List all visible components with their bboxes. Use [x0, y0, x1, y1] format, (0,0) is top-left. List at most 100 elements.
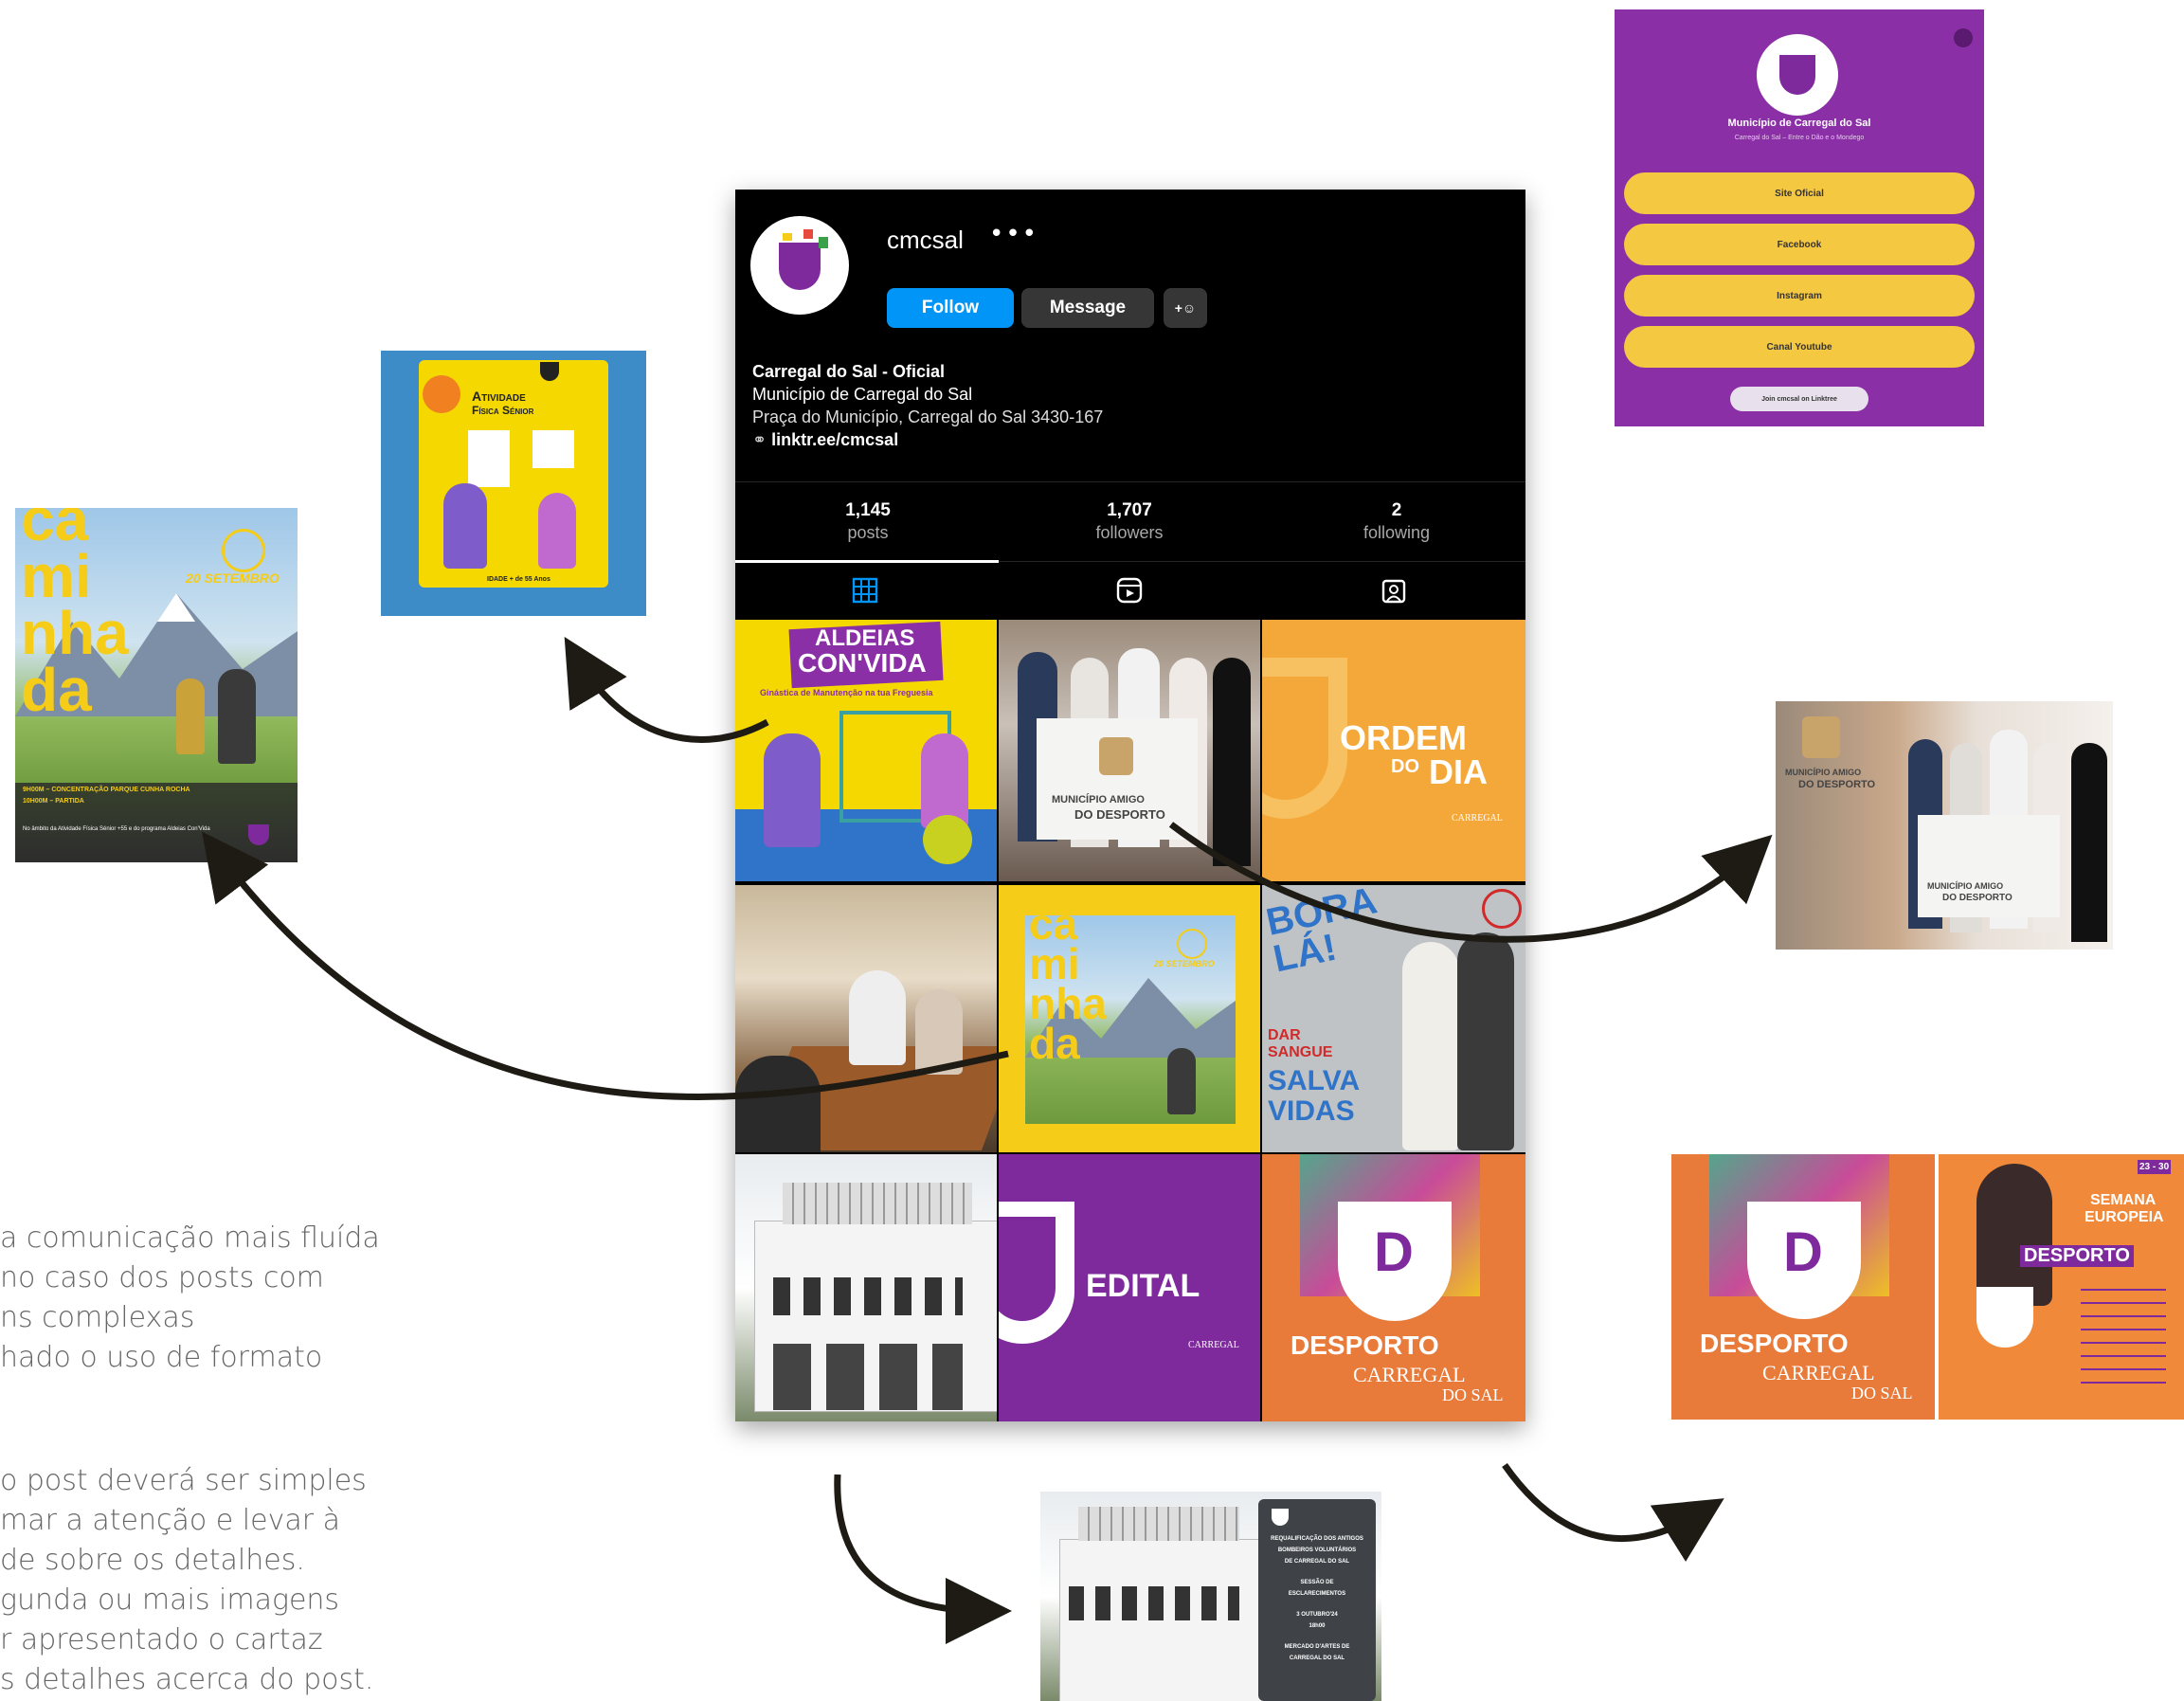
arrow-to-esclarecimentos: [834, 1474, 1012, 1644]
linktree-avatar: [1757, 34, 1838, 116]
link-icon: ⚭: [752, 430, 767, 449]
aldeias-subtitle: Ginástica de Manutenção na tua Freguesia: [760, 688, 933, 697]
link-site-oficial[interactable]: Site Oficial: [1624, 172, 1975, 214]
building-roof: [1078, 1507, 1239, 1541]
dar-text-3: SALVA: [1268, 1065, 1361, 1096]
cam-word-2: mi: [21, 542, 92, 610]
post-ordem-do-dia[interactable]: ORDEM DO DIA CARREGAL: [1262, 620, 1525, 881]
building-doors: [773, 1344, 963, 1410]
award-photo: MUNICÍPIO AMIGO DO DESPORTO MUNICÍPIO AM…: [1776, 701, 2113, 950]
semana-desporto: DESPORTO: [2020, 1245, 2134, 1267]
profile-name: Carregal do Sal - Oficial: [752, 362, 946, 381]
post-municipio-amigo-desporto[interactable]: MUNICÍPIO AMIGO DO DESPORTO: [999, 620, 1260, 881]
text-block-1-line-2: no caso dos posts com: [0, 1261, 324, 1294]
semana-title-1: SEMANA: [2090, 1192, 2157, 1208]
text-block-2-line-3: de sobre os detalhes.: [0, 1544, 305, 1577]
walkers-figure: [218, 669, 256, 764]
followers-label: followers: [1095, 523, 1164, 542]
walkers-figure: [1167, 1048, 1196, 1114]
following-count: 2: [1391, 500, 1402, 520]
carregal-logo-icon: [1272, 1509, 1289, 1526]
esclarecimentos-line-4: SESSÃO DE: [1300, 1580, 1334, 1585]
esclarecimentos-line-8: MERCADO D'ARTES DE: [1284, 1644, 1350, 1650]
semana-dates: 23 - 30: [2138, 1160, 2172, 1174]
desporto-badge-icon: [1802, 716, 1840, 758]
desporto-title: DESPORTO: [1291, 1330, 1439, 1360]
post-aldeias-convida[interactable]: ALDEIAS CON'VIDA Ginástica de Manutenção…: [735, 620, 997, 881]
caminhada-schedule-1: 9H00M – CONCENTRAÇÃO PARQUE CUNHA ROCHA: [23, 787, 190, 793]
young-woman-figure: [1402, 942, 1459, 1150]
carregal-logo-icon: [540, 362, 559, 381]
post-meeting[interactable]: [735, 885, 997, 1152]
profile-avatar[interactable]: [750, 216, 849, 315]
person-5: [2071, 743, 2107, 942]
esclarecimentos-line-2: BOMBEIROS VOLUNTÁRIOS: [1277, 1547, 1357, 1553]
atividade-fisica-poster: Atividade Física Sénior IDADE + de 55 An…: [381, 351, 646, 616]
text-block-2-line-4: gunda ou mais imagens: [0, 1583, 340, 1617]
text-block-1: a comunicação mais fluída no caso dos po…: [0, 1219, 380, 1378]
linktree-subtitle: Carregal do Sal – Entre o Dão e o Mondeg…: [1734, 135, 1865, 141]
meeting-person-2: [915, 989, 963, 1075]
grid-icon[interactable]: [851, 576, 879, 605]
profile-link[interactable]: linktr.ee/cmcsal: [771, 430, 898, 449]
blood-drop-icon: [1482, 889, 1522, 929]
text-block-2-line-6: s detalhes acerca do post.: [0, 1663, 374, 1696]
link-instagram[interactable]: Instagram: [1624, 275, 1975, 317]
follow-button[interactable]: Follow: [887, 288, 1014, 328]
text-block-2-line-5: r apresentado o cartaz: [0, 1623, 323, 1656]
municipio-logo-icon: [248, 824, 269, 845]
tagged-icon[interactable]: [1380, 576, 1408, 605]
add-person-icon: +☺: [1174, 300, 1197, 316]
linktree-title: Município de Carregal do Sal: [1727, 118, 1871, 129]
add-person-button[interactable]: +☺: [1164, 288, 1207, 328]
text-block-2-line-2: mar a atenção e levar à: [0, 1504, 340, 1537]
join-linktree-button[interactable]: Join cmcsal on Linktree: [1730, 387, 1868, 411]
schedule-list: [2081, 1277, 2166, 1391]
desporto-title: DESPORTO: [1700, 1329, 1849, 1358]
link-facebook[interactable]: Facebook: [1624, 224, 1975, 265]
esclarecimentos-line-6: 3 OUTUBRO'24: [1296, 1612, 1338, 1618]
post-dar-sangue[interactable]: BORA LÁ! DAR SANGUE SALVA VIDAS: [1262, 885, 1525, 1152]
post-bombeiros-building[interactable]: [735, 1154, 997, 1421]
caminhada-date: 20 SETEMBRO: [1154, 959, 1215, 968]
more-options-icon[interactable]: •••: [989, 220, 1038, 248]
follow-label: Follow: [921, 298, 980, 317]
esclarecimentos-line-1: REQUALIFICAÇÃO DOS ANTIGOS: [1271, 1536, 1363, 1542]
cyclist-figure: [176, 679, 205, 754]
profile-bio-line1: Município de Carregal do Sal: [752, 385, 973, 404]
profile-bio-line2: Praça do Município, Carregal do Sal 3430…: [752, 407, 1104, 426]
link-canal-youtube[interactable]: Canal Youtube: [1624, 326, 1975, 368]
posts-label: posts: [847, 523, 889, 542]
senior-figure-1: [764, 733, 821, 847]
post-desporto-carregal[interactable]: D DESPORTO CARREGAL DO SAL: [1262, 1154, 1525, 1421]
post-edital[interactable]: EDITAL CARREGAL: [999, 1154, 1260, 1421]
athlete-figure: [1976, 1164, 2052, 1306]
edital-title: EDITAL: [1086, 1268, 1200, 1304]
post-caminhada-highlighted[interactable]: ca mi nha da 20 SETEMBRO: [999, 885, 1260, 1152]
caminhada-note: No âmbito da Atividade Física Sénior +55…: [23, 826, 210, 832]
young-man-figure: [1457, 932, 1514, 1150]
schedule-box-1: [468, 430, 510, 487]
atividade-title-2: Física Sénior: [472, 404, 534, 417]
stat-posts[interactable]: 1,145 posts: [783, 500, 953, 543]
profile-username: cmcsal: [887, 226, 964, 254]
text-block-2: o post deverá ser simples mar a atenção …: [0, 1461, 373, 1700]
caminhada-poster: ca mi nha da 20 SETEMBRO 9H00M – CONCENT…: [15, 508, 298, 862]
sun-icon: [1177, 929, 1207, 959]
stat-followers[interactable]: 1,707 followers: [1044, 500, 1215, 543]
text-block-2-line-1: o post deverá ser simples: [0, 1464, 367, 1497]
ordem-title-2: DO: [1391, 756, 1419, 777]
caminhada-date: 20 SETEMBRO: [186, 570, 280, 586]
mais-convivio-badge: [423, 375, 460, 413]
message-button[interactable]: Message: [1021, 288, 1154, 328]
esclarecimentos-line-5: ESCLARECIMENTOS: [1288, 1591, 1346, 1597]
schedule-box-2: [532, 430, 574, 468]
dar-text-1: DAR: [1268, 1027, 1301, 1043]
close-icon[interactable]: [1954, 28, 1973, 47]
person-5: [1213, 658, 1251, 866]
amigo-text-1: MUNICÍPIO AMIGO: [1785, 768, 1862, 777]
stat-following[interactable]: 2 following: [1311, 500, 1482, 543]
reels-icon[interactable]: [1115, 576, 1144, 605]
amigo-flag-text-2: DO DESPORTO: [1942, 893, 2013, 903]
esclarecimentos-line-9: CARREGAL DO SAL: [1289, 1656, 1345, 1661]
